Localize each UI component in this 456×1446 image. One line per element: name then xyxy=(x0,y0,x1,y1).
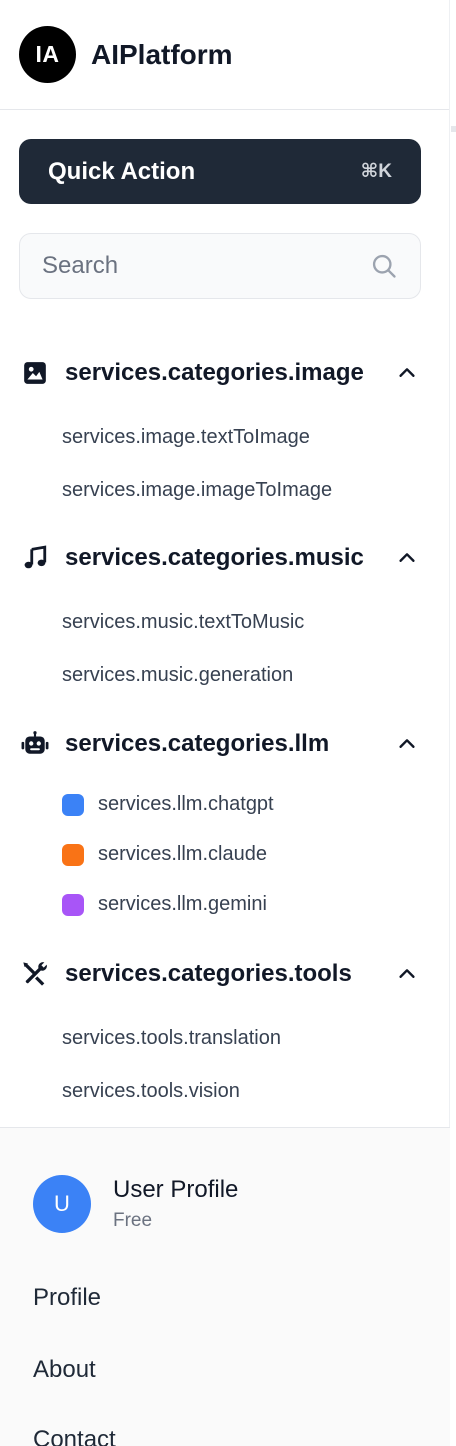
search-box[interactable] xyxy=(19,233,421,299)
sidebar-item-gemini[interactable]: services.llm.gemini xyxy=(62,893,267,916)
footer-link-contact[interactable]: Contact xyxy=(33,1426,116,1446)
image-icon xyxy=(21,359,49,387)
category-header-image[interactable]: services.categories.image xyxy=(0,353,450,393)
tools-icon xyxy=(21,960,49,988)
sidebar-item-vision[interactable]: services.tools.vision xyxy=(62,1080,240,1103)
user-text: User Profile Free xyxy=(113,1176,238,1232)
model-label: services.llm.chatgpt xyxy=(98,793,274,815)
category-header-music[interactable]: services.categories.music xyxy=(0,538,450,578)
search-icon[interactable] xyxy=(370,252,398,280)
sidebar-item-chatgpt[interactable]: services.llm.chatgpt xyxy=(62,793,274,816)
user-plan-badge: Free xyxy=(113,1210,153,1231)
logo-initials: IA xyxy=(35,41,60,67)
chevron-up-icon[interactable] xyxy=(396,963,418,985)
avatar-initial: U xyxy=(54,1191,70,1216)
footer-link-about[interactable]: About xyxy=(33,1356,96,1384)
user-name: User Profile xyxy=(113,1176,239,1203)
model-color-badge xyxy=(62,793,84,816)
sidebar-item-text-to-image[interactable]: services.image.textToImage xyxy=(62,426,310,449)
user-profile-card[interactable]: U User Profile Free xyxy=(33,1175,238,1233)
quick-action-shortcut: ⌘K xyxy=(360,161,392,182)
category-label: services.categories.llm xyxy=(65,730,330,757)
category-llm: services.categories.llm services.llm.cha… xyxy=(0,724,450,916)
quick-action-label: Quick Action xyxy=(48,157,196,185)
app-name: AIPlatform xyxy=(91,38,233,70)
model-label: services.llm.claude xyxy=(98,843,267,865)
sidebar-item-claude[interactable]: services.llm.claude xyxy=(62,843,267,866)
chevron-up-icon[interactable] xyxy=(396,547,418,569)
sidebar: IA AIPlatform Quick Action ⌘K services.c… xyxy=(0,0,450,1446)
app-logo[interactable]: IA xyxy=(19,26,76,83)
model-label: services.llm.gemini xyxy=(98,893,267,915)
category-header-tools[interactable]: services.categories.tools xyxy=(0,954,450,994)
model-color-badge xyxy=(62,893,84,916)
sidebar-item-music-generation[interactable]: services.music.generation xyxy=(62,664,293,687)
sidebar-header: IA AIPlatform xyxy=(0,0,449,110)
sidebar-item-text-to-music[interactable]: services.music.textToMusic xyxy=(62,611,304,634)
avatar: U xyxy=(33,1175,91,1233)
sidebar-item-image-to-image[interactable]: services.image.imageToImage xyxy=(62,479,332,502)
category-label: services.categories.tools xyxy=(65,960,352,987)
content-area-edge xyxy=(451,0,456,1446)
footer-link-profile[interactable]: Profile xyxy=(33,1284,101,1312)
search-input[interactable] xyxy=(42,252,370,280)
category-tools: services.categories.tools services.tools… xyxy=(0,954,450,1102)
category-label: services.categories.music xyxy=(65,544,364,571)
sidebar-item-translation[interactable]: services.tools.translation xyxy=(62,1027,281,1050)
category-music: services.categories.music services.music… xyxy=(0,538,450,686)
chevron-up-icon[interactable] xyxy=(396,362,418,384)
divider xyxy=(451,126,456,132)
sidebar-footer: U User Profile Free Profile About Contac… xyxy=(0,1127,450,1446)
category-image: services.categories.image services.image… xyxy=(0,353,450,501)
category-header-llm[interactable]: services.categories.llm xyxy=(0,724,450,764)
category-label: services.categories.image xyxy=(65,359,364,386)
quick-action-button[interactable]: Quick Action ⌘K xyxy=(19,139,421,204)
model-color-badge xyxy=(62,843,84,866)
chevron-up-icon[interactable] xyxy=(396,733,418,755)
music-note-icon xyxy=(21,544,49,572)
robot-icon xyxy=(21,730,49,758)
